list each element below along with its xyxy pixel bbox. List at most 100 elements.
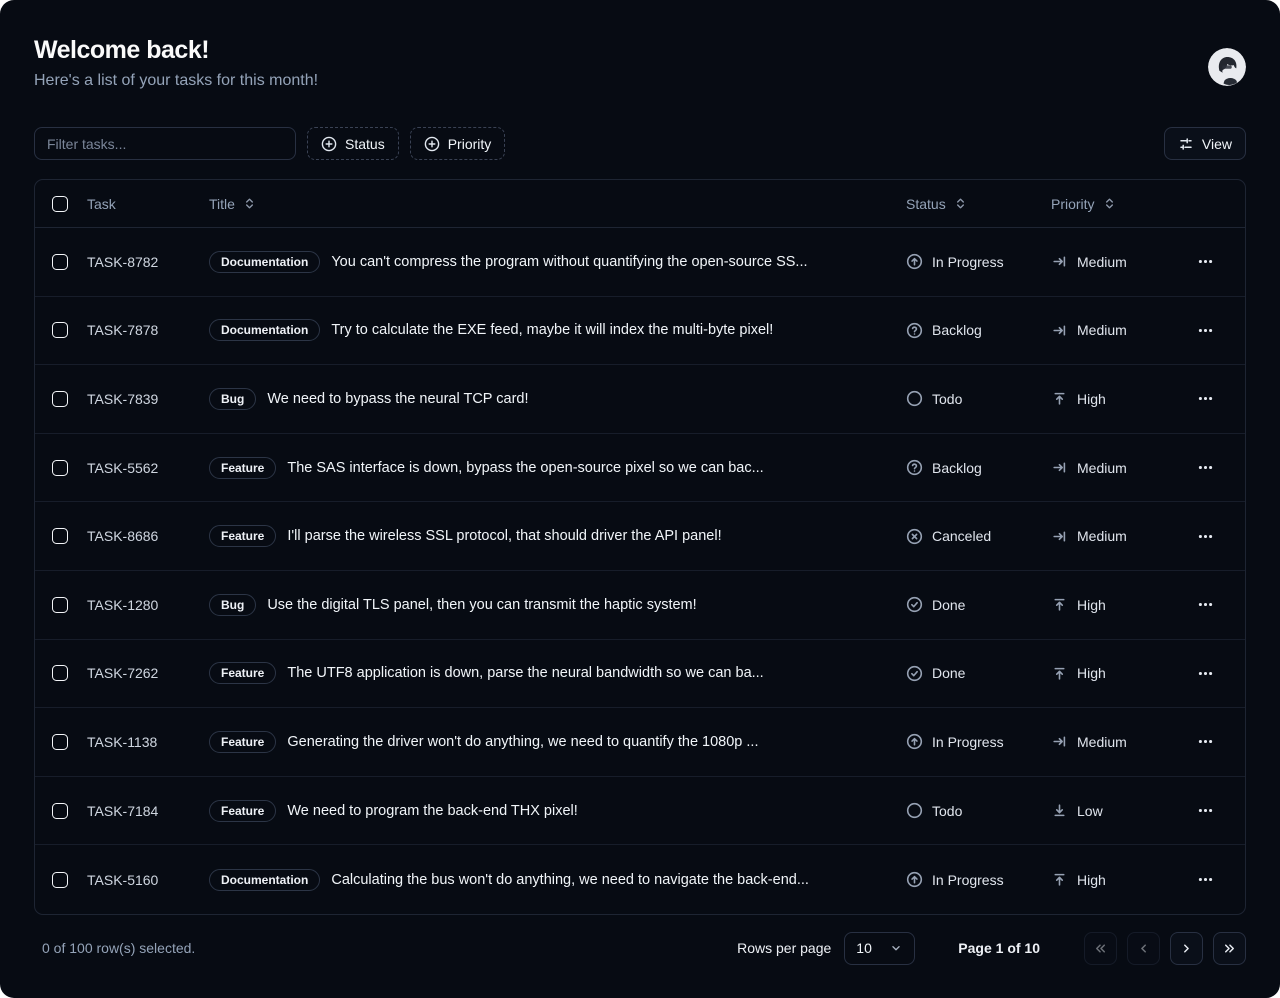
status-text: Backlog bbox=[932, 322, 982, 338]
priority-text: Low bbox=[1077, 803, 1103, 819]
chevron-right-icon bbox=[1179, 941, 1194, 956]
filter-tasks-input[interactable] bbox=[34, 127, 296, 160]
select-all-checkbox[interactable] bbox=[52, 196, 68, 212]
row-actions-button[interactable] bbox=[1191, 522, 1220, 551]
row-actions-button[interactable] bbox=[1191, 590, 1220, 619]
column-header-status-sort[interactable]: Status bbox=[906, 196, 968, 212]
task-id: TASK-1138 bbox=[87, 734, 209, 750]
ellipsis-icon bbox=[1197, 322, 1214, 339]
status-text: Todo bbox=[932, 803, 962, 819]
arrow-right-to-line-icon bbox=[1051, 528, 1068, 545]
label-badge: Documentation bbox=[209, 319, 320, 341]
chevron-left-icon bbox=[1136, 941, 1151, 956]
circle-check-icon bbox=[906, 665, 923, 682]
priority-text: Medium bbox=[1077, 528, 1127, 544]
previous-page-button[interactable] bbox=[1127, 932, 1160, 965]
row-checkbox[interactable] bbox=[52, 254, 68, 270]
arrow-up-to-line-icon bbox=[1051, 665, 1068, 682]
tasks-table: Task Title Status bbox=[34, 179, 1246, 915]
row-actions-button[interactable] bbox=[1191, 865, 1220, 894]
arrow-right-to-line-icon bbox=[1051, 459, 1068, 476]
table-row: TASK-7839 Bug We need to bypass the neur… bbox=[35, 365, 1245, 434]
arrow-down-to-line-icon bbox=[1051, 802, 1068, 819]
page-title: Welcome back! bbox=[34, 36, 318, 65]
user-avatar[interactable] bbox=[1208, 48, 1246, 86]
task-id: TASK-8686 bbox=[87, 528, 209, 544]
task-id: TASK-7184 bbox=[87, 803, 209, 819]
circle-help-icon bbox=[906, 459, 923, 476]
row-checkbox[interactable] bbox=[52, 391, 68, 407]
first-page-button[interactable] bbox=[1084, 932, 1117, 965]
task-id: TASK-7878 bbox=[87, 322, 209, 338]
row-checkbox[interactable] bbox=[52, 322, 68, 338]
row-actions-button[interactable] bbox=[1191, 727, 1220, 756]
priority-text: High bbox=[1077, 391, 1106, 407]
ellipsis-icon bbox=[1197, 665, 1214, 682]
row-actions-button[interactable] bbox=[1191, 316, 1220, 345]
row-actions-button[interactable] bbox=[1191, 453, 1220, 482]
row-checkbox[interactable] bbox=[52, 597, 68, 613]
column-header-status-label: Status bbox=[906, 196, 946, 212]
next-page-button[interactable] bbox=[1170, 932, 1203, 965]
status-text: Todo bbox=[932, 391, 962, 407]
ellipsis-icon bbox=[1197, 733, 1214, 750]
status-text: Done bbox=[932, 597, 965, 613]
rows-per-page-select[interactable]: 10 bbox=[844, 932, 915, 965]
circle-icon bbox=[906, 802, 923, 819]
sliders-icon bbox=[1178, 136, 1194, 152]
circle-arrow-up-icon bbox=[906, 253, 923, 270]
row-checkbox[interactable] bbox=[52, 665, 68, 681]
ellipsis-icon bbox=[1197, 253, 1214, 270]
row-checkbox[interactable] bbox=[52, 803, 68, 819]
task-id: TASK-7262 bbox=[87, 665, 209, 681]
last-page-button[interactable] bbox=[1213, 932, 1246, 965]
task-title: I'll parse the wireless SSL protocol, th… bbox=[287, 528, 721, 544]
priority-text: Medium bbox=[1077, 460, 1127, 476]
row-checkbox[interactable] bbox=[52, 460, 68, 476]
circle-check-icon bbox=[906, 596, 923, 613]
row-actions-button[interactable] bbox=[1191, 247, 1220, 276]
chevrons-up-down-icon bbox=[953, 196, 968, 211]
label-badge: Documentation bbox=[209, 251, 320, 273]
arrow-up-to-line-icon bbox=[1051, 390, 1068, 407]
pagination-controls: Rows per page 10 Page 1 of 10 bbox=[737, 932, 1246, 965]
ellipsis-icon bbox=[1197, 871, 1214, 888]
table-row: TASK-1138 Feature Generating the driver … bbox=[35, 708, 1245, 777]
task-title: The UTF8 application is down, parse the … bbox=[287, 665, 763, 681]
label-badge: Documentation bbox=[209, 869, 320, 891]
circle-arrow-up-icon bbox=[906, 871, 923, 888]
page-indicator: Page 1 of 10 bbox=[958, 940, 1040, 956]
circle-icon bbox=[906, 390, 923, 407]
column-header-priority-sort[interactable]: Priority bbox=[1051, 196, 1117, 212]
row-checkbox[interactable] bbox=[52, 734, 68, 750]
ellipsis-icon bbox=[1197, 596, 1214, 613]
ellipsis-icon bbox=[1197, 802, 1214, 819]
row-actions-button[interactable] bbox=[1191, 796, 1220, 825]
table-row: TASK-7262 Feature The UTF8 application i… bbox=[35, 640, 1245, 709]
ellipsis-icon bbox=[1197, 390, 1214, 407]
circle-arrow-up-icon bbox=[906, 733, 923, 750]
row-checkbox[interactable] bbox=[52, 872, 68, 888]
label-badge: Feature bbox=[209, 731, 276, 753]
plus-circle-icon bbox=[424, 136, 440, 152]
status-filter-label: Status bbox=[345, 136, 385, 152]
row-checkbox[interactable] bbox=[52, 528, 68, 544]
task-title: Generating the driver won't do anything,… bbox=[287, 734, 758, 750]
ellipsis-icon bbox=[1197, 459, 1214, 476]
priority-filter-button[interactable]: Priority bbox=[410, 127, 506, 160]
column-header-title-sort[interactable]: Title bbox=[209, 196, 257, 212]
column-header-title-label: Title bbox=[209, 196, 235, 212]
circle-help-icon bbox=[906, 322, 923, 339]
row-actions-button[interactable] bbox=[1191, 384, 1220, 413]
status-filter-button[interactable]: Status bbox=[307, 127, 399, 160]
rows-per-page-value: 10 bbox=[856, 940, 872, 956]
label-badge: Feature bbox=[209, 525, 276, 547]
view-options-button[interactable]: View bbox=[1164, 127, 1246, 160]
row-actions-button[interactable] bbox=[1191, 659, 1220, 688]
table-row: TASK-7184 Feature We need to program the… bbox=[35, 777, 1245, 846]
ellipsis-icon bbox=[1197, 528, 1214, 545]
status-text: Canceled bbox=[932, 528, 991, 544]
avatar-illustration bbox=[1208, 48, 1246, 86]
page-header-text: Welcome back! Here's a list of your task… bbox=[34, 36, 318, 90]
label-badge: Feature bbox=[209, 457, 276, 479]
